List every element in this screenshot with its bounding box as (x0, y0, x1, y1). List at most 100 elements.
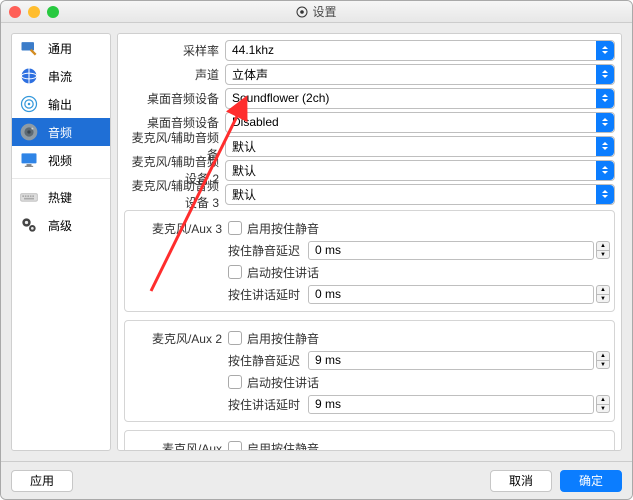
group-title: 麦克风/Aux 2 (129, 330, 228, 347)
setting-1: 声道立体声 (122, 62, 617, 86)
chevron-updown-icon (596, 65, 614, 84)
select-setting-2[interactable]: Soundflower (2ch) (225, 88, 615, 109)
keyboard-icon (18, 186, 40, 208)
ptm-0-label: 启用按住静音 (247, 220, 319, 237)
monitor-icon (18, 149, 40, 171)
ptt-delay-1-spin[interactable]: ▲▼ (596, 395, 610, 413)
chevron-updown-icon (596, 89, 614, 108)
select-setting-0[interactable]: 44.1khz (225, 40, 615, 61)
setting-6: 麦克风/辅助音频设备 3默认 (122, 182, 617, 206)
sidebar-item-2[interactable]: 输出 (12, 90, 110, 118)
chevron-up-icon: ▲ (596, 395, 610, 404)
ptm-1-checkbox[interactable] (228, 331, 242, 345)
select-setting-5[interactable]: 默认 (225, 160, 615, 181)
window-close-button[interactable] (9, 6, 21, 18)
cancel-button[interactable]: 取消 (490, 470, 552, 492)
titlebar: 设置 (1, 1, 632, 23)
sidebar-item-3[interactable]: 音频 (12, 118, 110, 146)
ptt-delay-0-spin[interactable]: ▲▼ (596, 285, 610, 303)
main-panel[interactable]: 采样率44.1khz声道立体声桌面音频设备Soundflower (2ch)桌面… (117, 33, 622, 451)
select-value: 默认 (232, 162, 256, 179)
sidebar-item-6[interactable]: 高级 (12, 211, 110, 239)
ptm-delay-1-input[interactable] (308, 351, 594, 370)
sidebar-item-label: 热键 (48, 189, 72, 206)
ok-button[interactable]: 确定 (560, 470, 622, 492)
ptt-1-label: 启动按住讲话 (247, 374, 319, 391)
ptt-1-checkbox[interactable] (228, 375, 242, 389)
field-label: 采样率 (122, 42, 225, 59)
ptt-delay-0-input[interactable] (308, 285, 594, 304)
select-setting-4[interactable]: 默认 (225, 136, 615, 157)
sidebar-item-4[interactable]: 视频 (12, 146, 110, 174)
select-value: 44.1khz (232, 43, 274, 57)
chevron-down-icon: ▼ (596, 294, 610, 303)
ptm-0-checkbox[interactable] (228, 221, 242, 235)
ptm-delay-0-spin[interactable]: ▲▼ (596, 241, 610, 259)
sidebar-item-1[interactable]: 串流 (12, 62, 110, 90)
sidebar-item-label: 视频 (48, 152, 72, 169)
select-value: 默认 (232, 138, 256, 155)
chevron-down-icon: ▼ (596, 250, 610, 259)
speaker-icon (18, 121, 40, 143)
setting-2: 桌面音频设备 Soundflower (2ch) (122, 86, 617, 110)
field-label: 桌面音频设备 (122, 90, 225, 107)
chevron-updown-icon (596, 41, 614, 60)
ptm-delay-1-label: 按住静音延迟 (228, 352, 308, 369)
settings-icon (296, 6, 308, 18)
chevron-updown-icon (596, 113, 614, 132)
field-label: 桌面音频设备 (122, 114, 225, 131)
traffic-lights (1, 6, 59, 18)
window-maximize-button[interactable] (47, 6, 59, 18)
apply-button[interactable]: 应用 (11, 470, 73, 492)
sidebar-item-5[interactable]: 热键 (12, 183, 110, 211)
ptm-delay-1-spin[interactable]: ▲▼ (596, 351, 610, 369)
window-body: 通用串流输出音频视频热键高级 采样率44.1khz声道立体声桌面音频设备Soun… (1, 23, 632, 461)
ptm-delay-0-stepper: ▲▼ (308, 241, 610, 260)
chevron-up-icon: ▲ (596, 241, 610, 250)
chevron-up-icon: ▲ (596, 351, 610, 360)
sidebar-item-label: 输出 (48, 96, 72, 113)
footer: 应用 取消 确定 (1, 461, 632, 499)
ptt-delay-1-input[interactable] (308, 395, 594, 414)
globe-icon (18, 65, 40, 87)
sidebar-item-0[interactable]: 通用 (12, 34, 110, 62)
select-value: Disabled (232, 115, 279, 129)
window-minimize-button[interactable] (28, 6, 40, 18)
chevron-updown-icon (596, 185, 614, 204)
sidebar-item-label: 通用 (48, 40, 72, 57)
gears-icon (18, 214, 40, 236)
group-1: 麦克风/Aux 2启用按住静音按住静音延迟▲▼启动按住讲话按住讲话延时▲▼ (124, 320, 615, 422)
setting-0: 采样率 44.1khz (122, 38, 617, 62)
chevron-updown-icon (596, 137, 614, 156)
ptt-0-label: 启动按住讲话 (247, 264, 319, 281)
chevron-down-icon: ▼ (596, 404, 610, 413)
select-value: 默认 (232, 186, 256, 203)
select-setting-6[interactable]: 默认 (225, 184, 615, 205)
ptm-delay-1-stepper: ▲▼ (308, 351, 610, 370)
wrench-monitor-icon (18, 37, 40, 59)
group-0: 麦克风/Aux 3启用按住静音按住静音延迟▲▼启动按住讲话按住讲话延时▲▼ (124, 210, 615, 312)
ptt-delay-1-label: 按住讲话延时 (228, 396, 308, 413)
ptm-delay-0-input[interactable] (308, 241, 594, 260)
ptm-2-label: 启用按住静音 (247, 440, 319, 452)
group-title: 麦克风/Aux (129, 440, 228, 452)
chevron-up-icon: ▲ (596, 285, 610, 294)
chevron-down-icon: ▼ (596, 360, 610, 369)
ptm-delay-0-label: 按住静音延迟 (228, 242, 308, 259)
window-title: 设置 (1, 3, 632, 20)
sidebar: 通用串流输出音频视频热键高级 (11, 33, 111, 451)
ptt-delay-1-stepper: ▲▼ (308, 395, 610, 414)
select-value: 立体声 (232, 66, 268, 83)
field-label: 声道 (122, 66, 225, 83)
ptt-delay-0-stepper: ▲▼ (308, 285, 610, 304)
ptm-2-checkbox[interactable] (228, 441, 242, 451)
field-label: 麦克风/辅助音频设备 3 (122, 177, 225, 211)
sidebar-item-label: 串流 (48, 68, 72, 85)
select-setting-1[interactable]: 立体声 (225, 64, 615, 85)
sidebar-item-label: 音频 (48, 124, 72, 141)
select-value: Soundflower (2ch) (232, 91, 329, 105)
sidebar-item-label: 高级 (48, 217, 72, 234)
select-setting-3[interactable]: Disabled (225, 112, 615, 133)
ptt-0-checkbox[interactable] (228, 265, 242, 279)
chevron-updown-icon (596, 161, 614, 180)
